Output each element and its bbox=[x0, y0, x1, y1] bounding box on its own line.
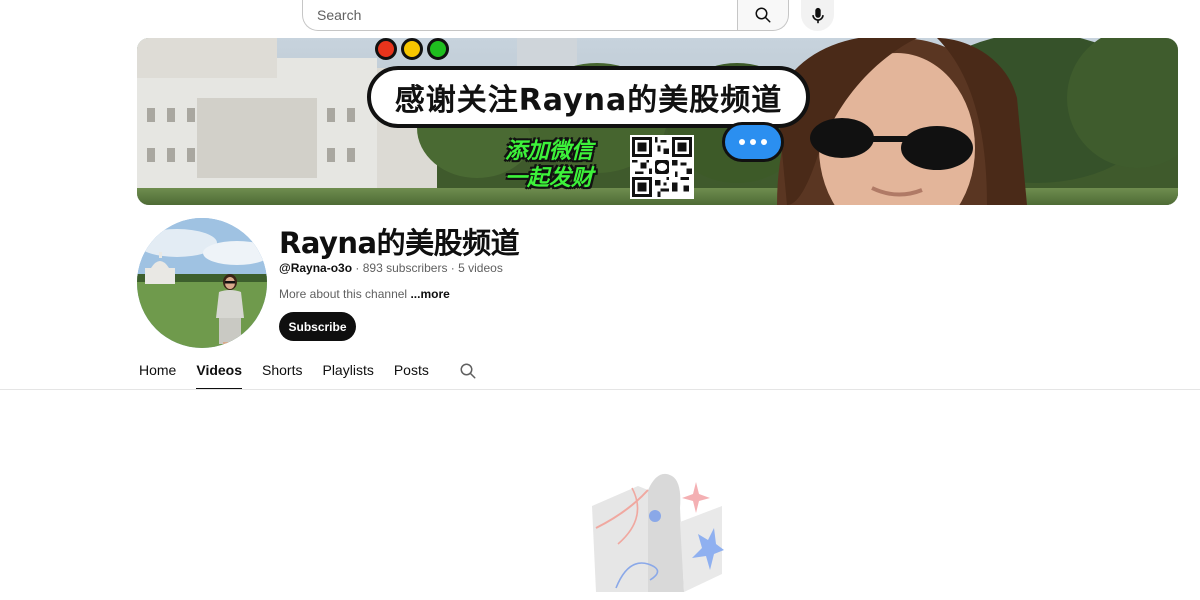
search-button[interactable] bbox=[737, 0, 789, 31]
microphone-icon bbox=[811, 7, 824, 23]
dot-icon bbox=[750, 139, 756, 145]
search-input[interactable] bbox=[302, 0, 737, 31]
search-icon bbox=[460, 363, 476, 379]
voice-search-button[interactable] bbox=[801, 0, 834, 31]
empty-state-illustration bbox=[592, 473, 724, 592]
tab-posts[interactable]: Posts bbox=[394, 352, 429, 390]
channel-banner: 感谢关注Rayna的美股频道 添加微信 一起发财 bbox=[137, 38, 1178, 205]
banner-headline-bubble: 感谢关注Rayna的美股频道 bbox=[367, 66, 810, 128]
meta-separator: · bbox=[447, 261, 459, 275]
channel-search-button[interactable] bbox=[459, 352, 477, 390]
tabs-divider bbox=[0, 389, 1200, 390]
search-icon bbox=[755, 7, 771, 23]
yellow-dot bbox=[401, 38, 423, 60]
video-count: 5 videos bbox=[458, 261, 503, 275]
channel-tabs: Home Videos Shorts Playlists Posts bbox=[139, 352, 477, 390]
banner-headline: 感谢关注Rayna的美股频道 bbox=[394, 83, 783, 118]
banner-more-bubble bbox=[722, 122, 784, 162]
wechat-qr-code bbox=[630, 135, 694, 199]
channel-about-text: More about this channel bbox=[279, 287, 408, 301]
channel-handle: @Rayna-o3o bbox=[279, 261, 353, 275]
tab-videos[interactable]: Videos bbox=[196, 352, 242, 390]
tab-home[interactable]: Home bbox=[139, 352, 176, 390]
dot-icon bbox=[739, 139, 745, 145]
tab-playlists[interactable]: Playlists bbox=[322, 352, 373, 390]
subscriber-count: 893 subscribers bbox=[362, 261, 448, 275]
channel-meta: @Rayna-o3o · 893 subscribers · 5 videos bbox=[279, 261, 503, 275]
banner-tagline: 添加微信 一起发财 bbox=[497, 138, 601, 192]
qr-code-icon bbox=[632, 137, 692, 197]
dot-icon bbox=[761, 139, 767, 145]
green-dot bbox=[427, 38, 449, 60]
banner-tagline-line1: 添加微信 bbox=[504, 139, 593, 164]
channel-name: Rayna的美股频道 bbox=[279, 226, 520, 260]
about-more-link[interactable]: ...more bbox=[410, 287, 449, 301]
channel-about[interactable]: More about this channel ...more bbox=[279, 287, 450, 301]
subscribe-button[interactable]: Subscribe bbox=[279, 312, 356, 341]
search-bar bbox=[302, 0, 789, 31]
meta-separator: · bbox=[352, 261, 363, 275]
avatar-photo bbox=[137, 218, 267, 348]
window-dots bbox=[375, 38, 449, 60]
channel-avatar[interactable] bbox=[137, 218, 267, 348]
banner-tagline-line2: 一起发财 bbox=[504, 166, 593, 191]
red-dot bbox=[375, 38, 397, 60]
tab-shorts[interactable]: Shorts bbox=[262, 352, 302, 390]
